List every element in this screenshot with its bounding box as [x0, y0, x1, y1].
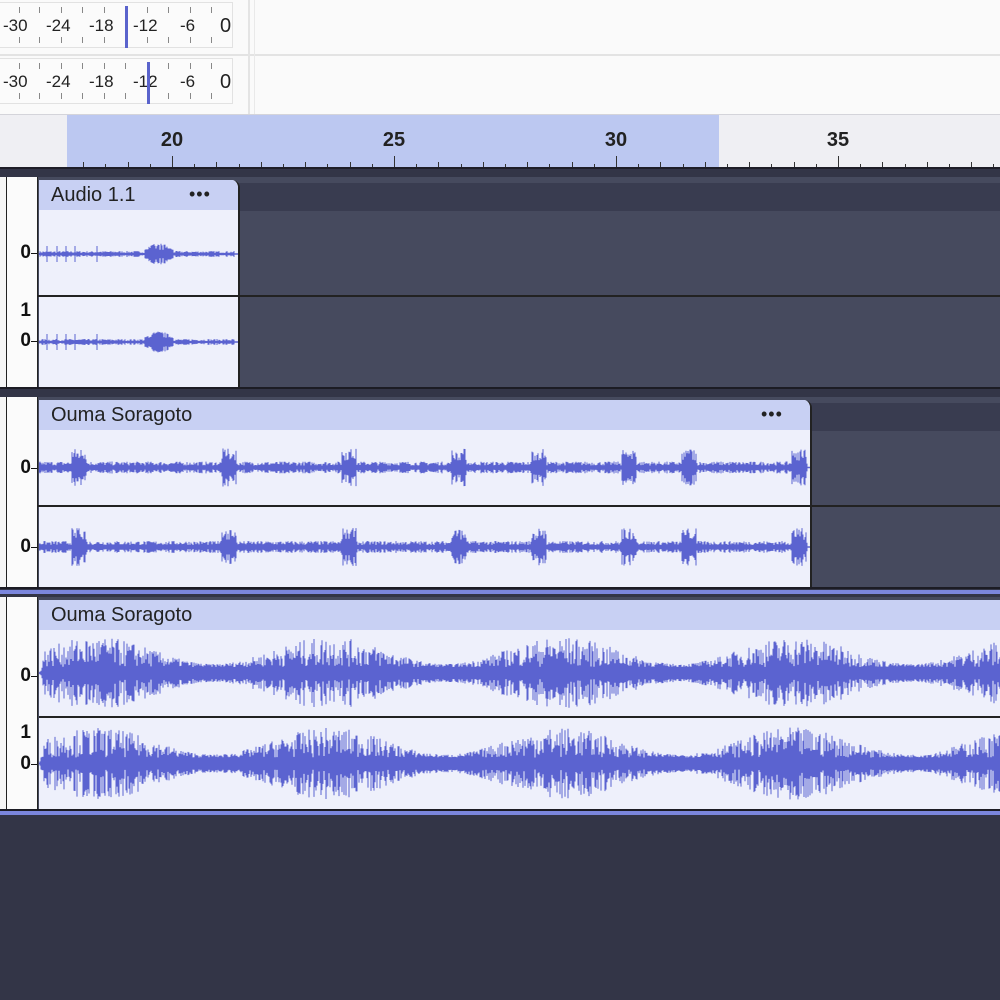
- ruler-label: 25: [382, 129, 406, 151]
- scale-label: 0: [20, 753, 31, 774]
- meter-label: 0: [220, 15, 232, 37]
- track-border: [0, 587, 1000, 589]
- waveform-channel-1[interactable]: [39, 630, 1000, 716]
- ruler-label: 35: [826, 129, 850, 151]
- vertical-ruler[interactable]: 0 0: [6, 397, 38, 587]
- scale-label: 0: [20, 536, 31, 557]
- meter-label: -12: [133, 72, 158, 91]
- audio-clip[interactable]: Audio 1.1 •••: [39, 180, 240, 387]
- clip-header[interactable]: Audio 1.1 •••: [39, 180, 238, 210]
- scale-label: 0: [20, 665, 31, 686]
- audio-track-2[interactable]: 0 0 Ouma Soragoto •••: [0, 397, 1000, 587]
- toolbar-separator: [254, 0, 255, 114]
- playback-meter-scale: -30 -24 -18 -12 -6 0: [0, 58, 233, 104]
- recording-meter-scale: -30 -24 -18 -12 -6 0: [0, 2, 233, 48]
- clip-menu-button[interactable]: •••: [189, 184, 211, 205]
- audio-track-3[interactable]: 0 1 0 Ouma Soragoto: [0, 597, 1000, 809]
- audio-track-1[interactable]: 0 1 0 Audio 1.1 •••: [0, 177, 1000, 387]
- meter-label: -12: [133, 16, 158, 35]
- clip-title[interactable]: Ouma Soragoto: [51, 404, 192, 427]
- track-selection-border: [0, 811, 1000, 815]
- meter-label: -30: [3, 16, 28, 35]
- recording-level-indicator: [125, 6, 128, 48]
- playback-level-indicator: [147, 62, 150, 104]
- toolbar-separator: [248, 0, 250, 114]
- waveform-channel-2[interactable]: [39, 507, 811, 587]
- audio-clip[interactable]: Ouma Soragoto •••: [39, 400, 812, 587]
- clip-empty-area: [238, 183, 1000, 211]
- ruler-label: 20: [160, 129, 184, 151]
- audio-clip[interactable]: Ouma Soragoto: [39, 600, 1000, 809]
- waveform-channel-2[interactable]: [39, 718, 1000, 809]
- track-selection-border: [0, 590, 1000, 594]
- playback-meter[interactable]: -30 -24 -18 -12 -6 0: [0, 56, 250, 110]
- track-area[interactable]: 0 1 0 Audio 1.1 ••• 0 0 Ouma Soragoto ••…: [0, 169, 1000, 1000]
- meter-label: -6: [180, 72, 196, 91]
- clip-header[interactable]: Ouma Soragoto •••: [39, 400, 810, 430]
- scale-label: 0: [20, 330, 31, 351]
- clip-menu-button[interactable]: •••: [761, 404, 783, 425]
- waveform-channel-1[interactable]: [39, 430, 811, 505]
- waveform-channel-2[interactable]: [39, 297, 239, 387]
- clip-header[interactable]: Ouma Soragoto: [39, 600, 1000, 630]
- meter-label: -24: [46, 16, 71, 35]
- meter-label: -18: [89, 16, 114, 35]
- scale-label: 0: [20, 457, 31, 478]
- vertical-ruler[interactable]: 0 1 0: [6, 177, 38, 387]
- meter-label: -18: [89, 72, 114, 91]
- meter-toolbar: -30 -24 -18 -12 -6 0 -30 -24 -18 -12 -6: [0, 0, 1000, 114]
- vertical-ruler[interactable]: 0 1 0: [6, 597, 38, 809]
- waveform-channel-1[interactable]: [39, 210, 239, 298]
- meter-label: 0: [220, 71, 232, 93]
- clip-title[interactable]: Ouma Soragoto: [51, 604, 192, 627]
- clip-empty-area: [810, 403, 1000, 431]
- scale-label: 1: [20, 300, 31, 321]
- clip-title[interactable]: Audio 1.1: [51, 184, 136, 207]
- timeline-ruler[interactable]: 20 25 30 35: [0, 114, 1000, 168]
- meter-label: -6: [180, 16, 196, 35]
- meter-label: -30: [3, 72, 28, 91]
- scale-label: 0: [20, 242, 31, 263]
- meter-label: -24: [46, 72, 71, 91]
- track-border: [0, 387, 1000, 389]
- scale-label: 1: [20, 722, 31, 743]
- recording-meter[interactable]: -30 -24 -18 -12 -6 0: [0, 0, 250, 54]
- ruler-label: 30: [604, 129, 628, 151]
